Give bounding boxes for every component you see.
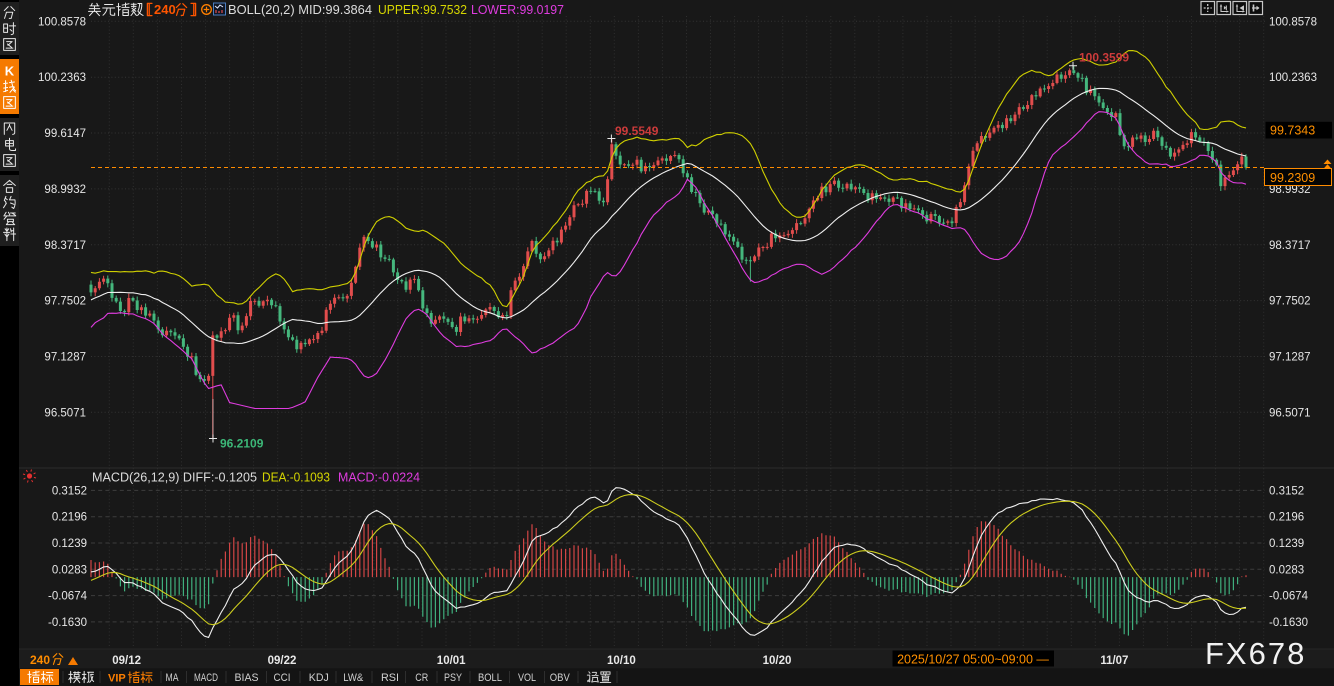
- svg-text:-0.0674: -0.0674: [48, 591, 88, 603]
- svg-text:98.9932: 98.9932: [44, 184, 86, 196]
- svg-text:0.3152: 0.3152: [1269, 485, 1304, 497]
- svg-text:DEA:-0.1093: DEA:-0.1093: [262, 471, 330, 485]
- svg-text:10/10: 10/10: [607, 655, 636, 667]
- svg-text:09/22: 09/22: [268, 655, 297, 667]
- svg-text:0.2196: 0.2196: [52, 512, 87, 524]
- svg-text:09/12: 09/12: [112, 655, 141, 667]
- svg-text:CR: CR: [415, 672, 428, 684]
- svg-text:98.3717: 98.3717: [1269, 240, 1311, 252]
- svg-text:99.7343: 99.7343: [1270, 124, 1315, 138]
- svg-text:KDJ: KDJ: [309, 672, 329, 684]
- svg-text:0.1239: 0.1239: [1269, 538, 1304, 550]
- svg-text:240: 240: [30, 653, 50, 667]
- svg-text:96.5071: 96.5071: [44, 407, 86, 419]
- svg-text:2025/10/27 05:00~09:00 —: 2025/10/27 05:00~09:00 —: [897, 653, 1049, 667]
- svg-text:0.2196: 0.2196: [1269, 512, 1304, 524]
- svg-text:100.2363: 100.2363: [1269, 72, 1317, 84]
- svg-text:VOL: VOL: [518, 672, 536, 684]
- svg-text:0.3152: 0.3152: [52, 485, 87, 497]
- svg-text:99.5549: 99.5549: [615, 124, 659, 138]
- svg-text:-0.1630: -0.1630: [1269, 617, 1308, 629]
- svg-text:BOLL(20,2) MID:99.3864: BOLL(20,2) MID:99.3864: [228, 2, 372, 17]
- svg-text:-0.0674: -0.0674: [1269, 591, 1309, 603]
- svg-text:0.1239: 0.1239: [52, 538, 87, 550]
- svg-text:100.3599: 100.3599: [1079, 51, 1129, 65]
- svg-text:11/07: 11/07: [1100, 655, 1128, 667]
- svg-text:MACD: MACD: [194, 672, 218, 684]
- svg-text:0.0283: 0.0283: [1269, 564, 1304, 576]
- svg-text:96.5071: 96.5071: [1269, 407, 1311, 419]
- svg-text:100.8578: 100.8578: [1269, 16, 1317, 28]
- svg-text:0.0283: 0.0283: [52, 564, 87, 576]
- svg-text:100.2363: 100.2363: [38, 72, 86, 84]
- svg-text:CCI: CCI: [274, 672, 291, 684]
- svg-text:98.3717: 98.3717: [44, 240, 86, 252]
- svg-text:UPPER:99.7532: UPPER:99.7532: [378, 2, 467, 17]
- svg-text:97.7502: 97.7502: [44, 296, 86, 308]
- svg-text:PSY: PSY: [444, 672, 463, 684]
- svg-text:BIAS: BIAS: [235, 672, 259, 684]
- svg-text:99.6147: 99.6147: [44, 128, 86, 140]
- svg-text:97.1287: 97.1287: [44, 352, 86, 364]
- svg-text:RSI: RSI: [381, 672, 399, 684]
- svg-text:100.8578: 100.8578: [38, 16, 86, 28]
- svg-text:OBV: OBV: [550, 672, 571, 684]
- svg-text:10/01: 10/01: [437, 655, 466, 667]
- svg-text:MACD(26,12,9) DIFF:-0.1205: MACD(26,12,9) DIFF:-0.1205: [92, 471, 257, 485]
- svg-text:LW&: LW&: [343, 672, 364, 684]
- svg-text:BOLL: BOLL: [478, 672, 502, 684]
- svg-text:MACD:-0.0224: MACD:-0.0224: [338, 471, 420, 485]
- svg-text:99.2309: 99.2309: [1270, 171, 1315, 185]
- svg-text:96.2109: 96.2109: [220, 437, 264, 451]
- svg-text:MA: MA: [166, 672, 180, 684]
- svg-text:10/20: 10/20: [763, 655, 792, 667]
- svg-text:-0.1630: -0.1630: [48, 617, 87, 629]
- svg-text:FX678: FX678: [1205, 636, 1306, 671]
- svg-text:K: K: [5, 64, 15, 79]
- svg-text:97.1287: 97.1287: [1269, 352, 1311, 364]
- svg-text:240: 240: [154, 2, 176, 17]
- svg-text:VIP: VIP: [108, 673, 126, 685]
- svg-text:97.7502: 97.7502: [1269, 296, 1311, 308]
- svg-text:LOWER:99.0197: LOWER:99.0197: [471, 2, 564, 17]
